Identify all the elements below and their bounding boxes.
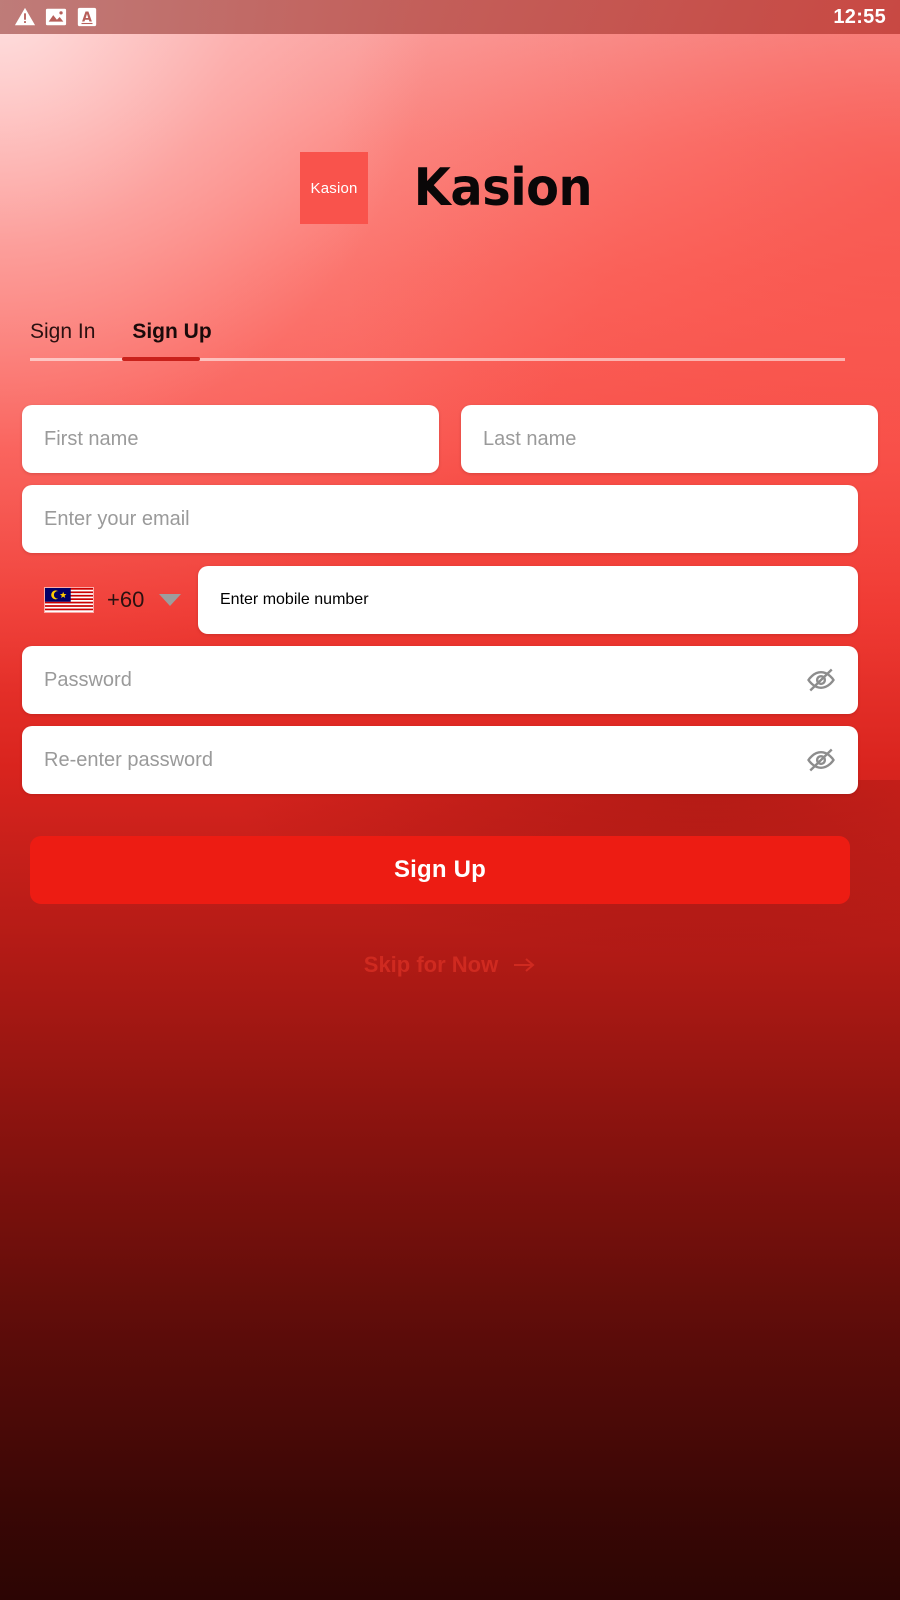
eye-off-icon[interactable] [806,665,836,695]
status-bar-icons: A [14,6,98,28]
name-row: First name Last name [22,405,878,473]
last-name-input[interactable]: Last name [461,405,878,473]
confirm-password-input[interactable]: Re-enter password [22,726,858,794]
submit-row: Sign Up [30,836,850,904]
status-bar-time: 12:55 [833,5,886,28]
confirm-password-row: Re-enter password [22,726,878,794]
malaysia-flag-icon [44,587,94,613]
logo-mark: Kasion [300,152,369,224]
email-placeholder: Enter your email [44,507,190,530]
warning-triangle-icon [14,7,36,26]
status-bar: A 12:55 [0,0,900,34]
last-name-placeholder: Last name [483,427,577,450]
country-code-selector[interactable]: +60 [22,566,198,634]
confirm-password-placeholder: Re-enter password [44,748,213,771]
logo-wordmark: Kasion [413,158,593,218]
eye-off-icon[interactable] [806,745,836,775]
chevron-down-icon [159,594,182,606]
password-row: Password [22,646,878,714]
image-icon [45,8,67,26]
mobile-number-input[interactable]: Enter mobile number [198,566,858,634]
first-name-placeholder: First name [44,427,139,450]
logo-mark-text: Kasion [310,179,358,197]
first-name-input[interactable]: First name [22,405,439,473]
tabs-underline [30,357,845,361]
brand-logo: Kasion Kasion [0,152,900,224]
password-input[interactable]: Password [22,646,858,714]
tab-sign-in[interactable]: Sign In [30,320,122,358]
email-row: Enter your email [22,485,878,553]
email-input[interactable]: Enter your email [22,485,858,553]
phone-row: +60 Enter mobile number [22,566,878,634]
font-a-icon: A [77,7,97,27]
skip-label: Skip for Now [363,952,499,977]
arrow-right-icon [514,958,535,972]
signup-form: First name Last name Enter your email +6… [22,405,878,806]
sign-up-button[interactable]: Sign Up [30,836,850,904]
password-placeholder: Password [44,668,132,691]
tab-active-indicator [122,357,200,361]
country-code-value: +60 [107,587,145,612]
tab-sign-up[interactable]: Sign Up [122,320,222,358]
mobile-placeholder: Enter mobile number [220,591,369,608]
skip-for-now-link[interactable]: Skip for Now [0,952,900,978]
auth-tabs: Sign In Sign Up [30,320,845,361]
